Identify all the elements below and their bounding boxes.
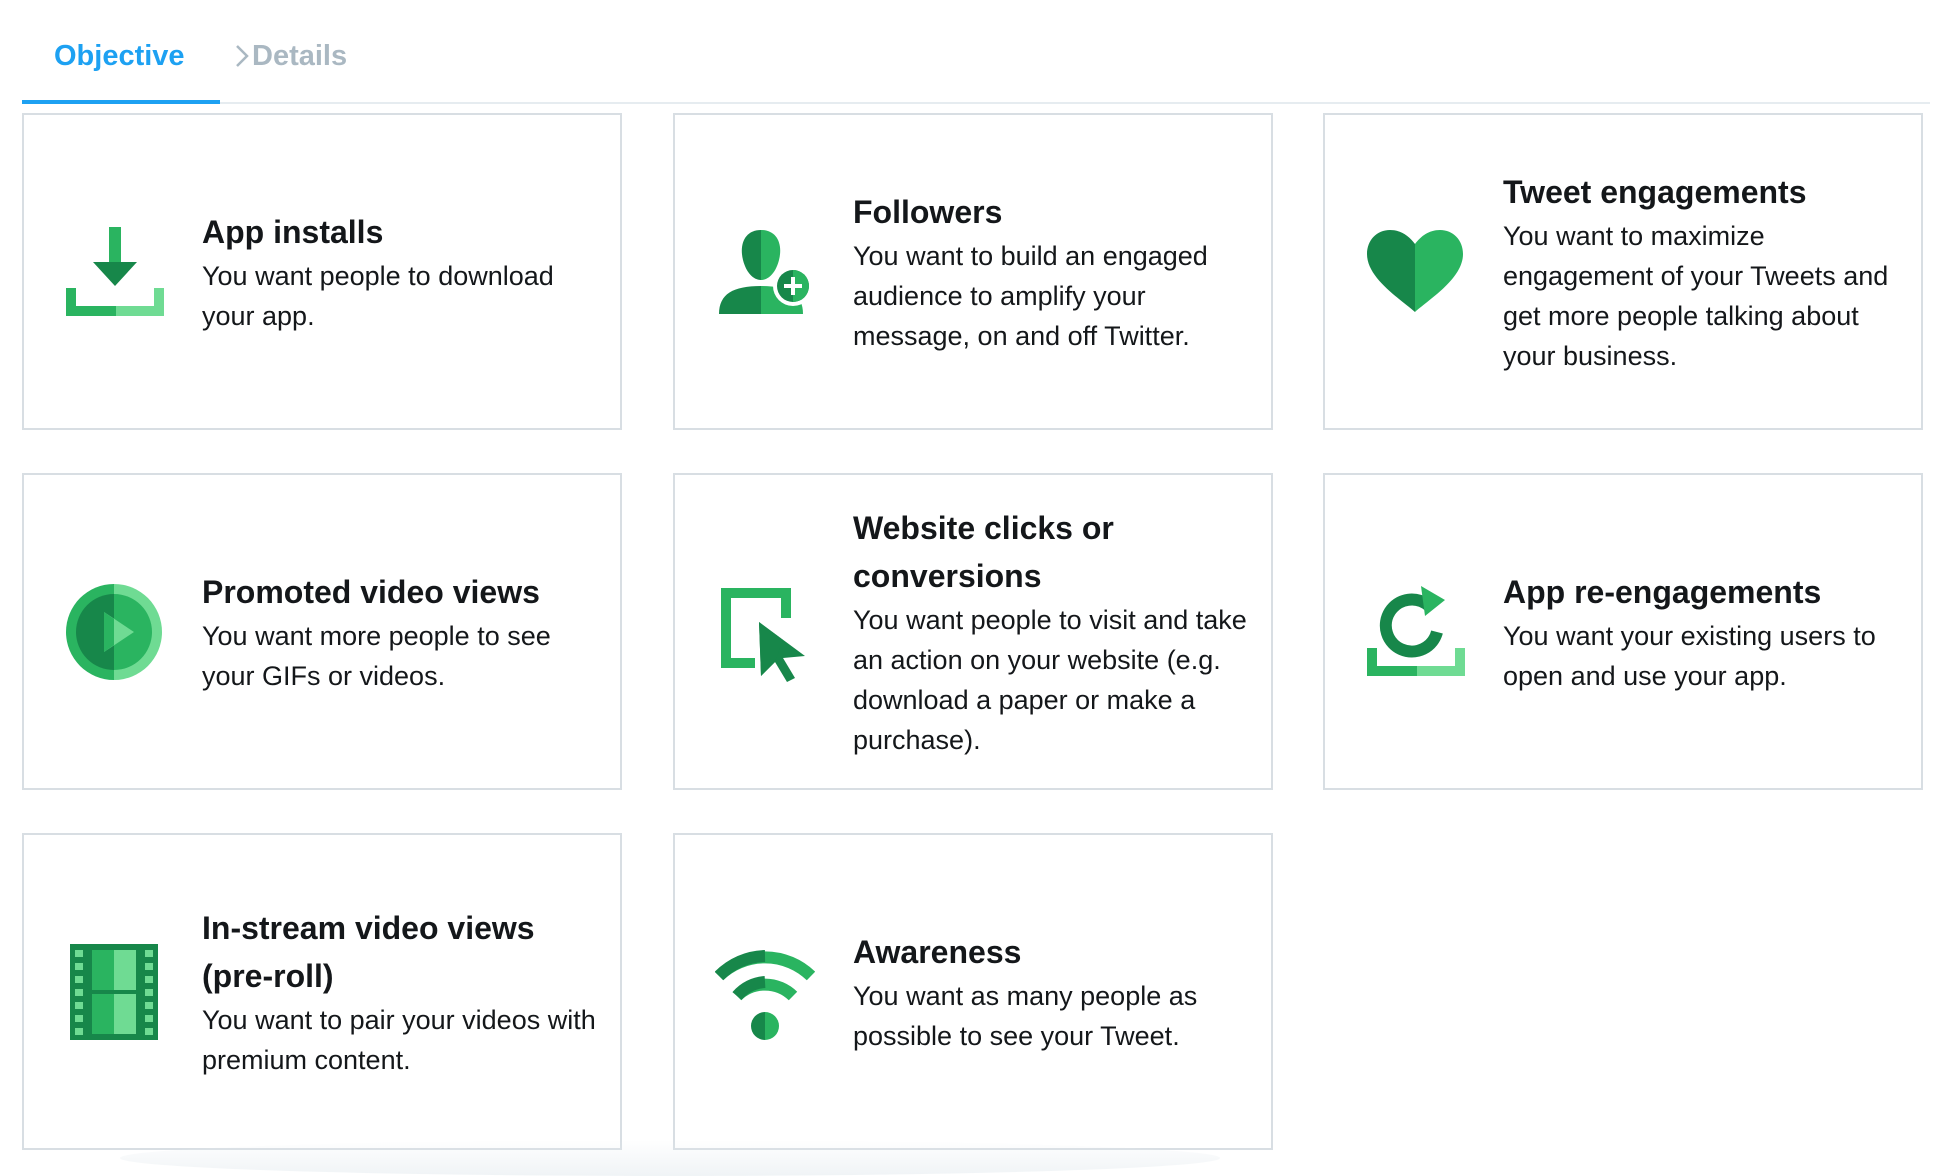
- campaign-objective-page: Objective Details App installs You want …: [0, 0, 1954, 1176]
- card-text: Awareness You want as many people as pos…: [853, 928, 1251, 1056]
- objective-card-tweet-engagements[interactable]: Tweet engagements You want to maximize e…: [1323, 113, 1923, 430]
- objective-card-app-re-engagements[interactable]: App re-engagements You want your existin…: [1323, 473, 1923, 790]
- add-follower-icon: [715, 222, 815, 322]
- heart-icon: [1365, 222, 1465, 322]
- card-description: You want to pair your videos with premiu…: [202, 1004, 596, 1075]
- card-title: Promoted video views: [202, 573, 540, 610]
- card-description: You want to build an engaged audience to…: [853, 240, 1208, 351]
- bottom-shadow: [120, 1140, 1220, 1176]
- card-title: App re-engagements: [1503, 573, 1822, 610]
- card-text: App installs You want people to download…: [202, 208, 600, 336]
- card-text: Website clicks or conversions You want p…: [853, 504, 1251, 760]
- card-title: Awareness: [853, 933, 1022, 970]
- card-description: You want more people to see your GIFs or…: [202, 620, 551, 691]
- card-title: App installs: [202, 213, 384, 250]
- play-icon: [64, 582, 164, 682]
- card-text: Promoted video views You want more peopl…: [202, 568, 600, 696]
- objective-card-website-clicks[interactable]: Website clicks or conversions You want p…: [673, 473, 1273, 790]
- card-description: You want your existing users to open and…: [1503, 620, 1876, 691]
- card-text: In-stream video views (pre-roll) You wan…: [202, 904, 600, 1080]
- card-description: You want as many people as possible to s…: [853, 980, 1198, 1051]
- card-description: You want people to download your app.: [202, 260, 554, 331]
- card-text: Tweet engagements You want to maximize e…: [1503, 168, 1901, 376]
- objective-card-awareness[interactable]: Awareness You want as many people as pos…: [673, 833, 1273, 1150]
- refresh-icon: [1365, 582, 1465, 682]
- cursor-click-icon: [715, 582, 815, 682]
- objective-card-in-stream-video-views[interactable]: In-stream video views (pre-roll) You wan…: [22, 833, 622, 1150]
- card-description: You want people to visit and take an act…: [853, 604, 1247, 755]
- card-title: In-stream video views (pre-roll): [202, 909, 535, 994]
- card-description: You want to maximize engagement of your …: [1503, 220, 1889, 371]
- card-title: Tweet engagements: [1503, 173, 1807, 210]
- film-strip-icon: [64, 942, 164, 1042]
- card-text: App re-engagements You want your existin…: [1503, 568, 1901, 696]
- objective-card-promoted-video-views[interactable]: Promoted video views You want more peopl…: [22, 473, 622, 790]
- objective-card-app-installs[interactable]: App installs You want people to download…: [22, 113, 622, 430]
- card-text: Followers You want to build an engaged a…: [853, 188, 1251, 356]
- objective-grid: App installs You want people to download…: [0, 0, 1954, 1176]
- objective-card-followers[interactable]: Followers You want to build an engaged a…: [673, 113, 1273, 430]
- card-title: Followers: [853, 193, 1003, 230]
- download-icon: [64, 222, 164, 322]
- broadcast-signal-icon: [715, 942, 815, 1042]
- card-title: Website clicks or conversions: [853, 509, 1114, 594]
